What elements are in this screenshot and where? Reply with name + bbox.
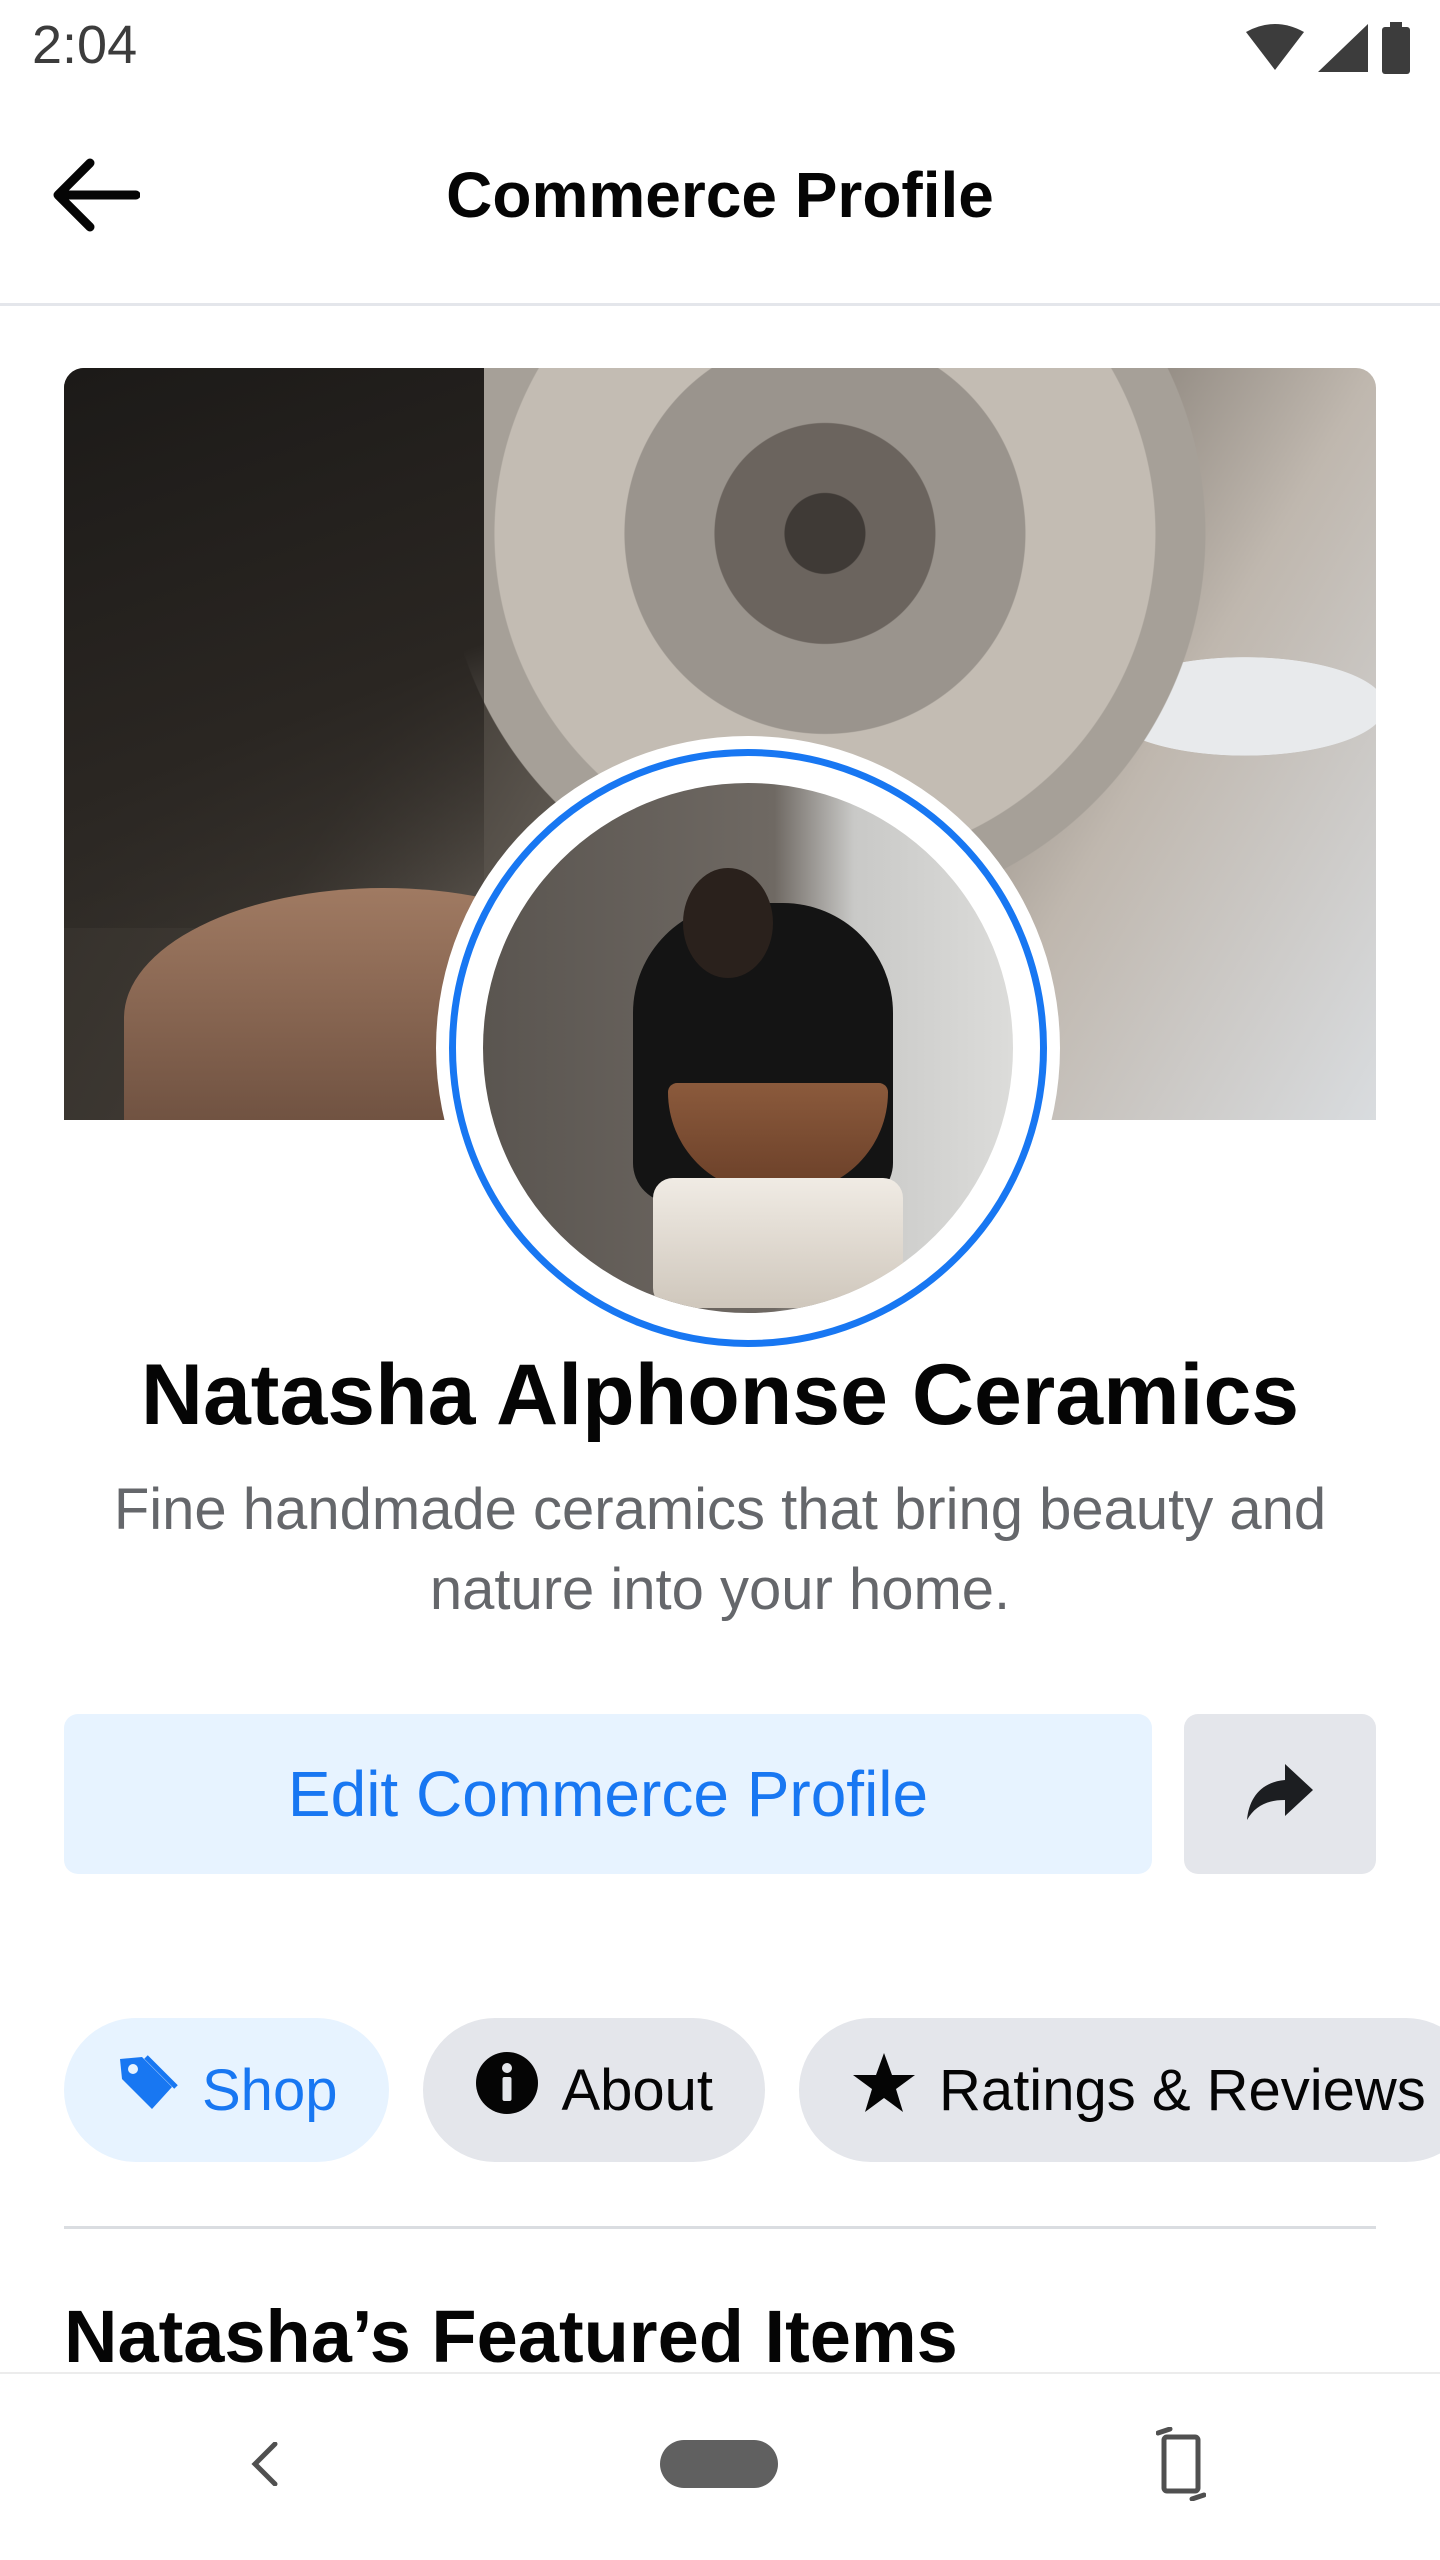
chevron-left-icon [249,2441,279,2491]
nav-back-button[interactable] [224,2416,304,2516]
system-nav-bar [0,2372,1440,2560]
profile-description: Fine handmade ceramics that bring beauty… [113,1477,1327,1622]
share-arrow-icon [1247,1763,1313,1825]
avatar [483,783,1013,1313]
featured-items-title: Natasha’s Featured Items [64,2295,958,2378]
battery-icon [1382,22,1410,79]
edit-commerce-profile-button[interactable]: Edit Commerce Profile [64,1714,1152,1874]
profile-picture-ring [449,749,1047,1347]
share-button[interactable] [1184,1714,1376,1874]
nav-home-button[interactable] [660,2440,778,2488]
tab-shop[interactable]: Shop [64,2018,390,2162]
profile-picture[interactable] [436,736,1060,1360]
rotate-button[interactable] [1136,2416,1226,2516]
tag-icon [116,2053,180,2127]
wifi-icon [1246,24,1304,77]
profile-name: Natasha Alphonse Ceramics [140,1347,1300,1443]
tab-label: Shop [202,2057,338,2123]
status-icons [1246,22,1410,79]
tab-ratings-reviews[interactable]: Ratings & Reviews [799,2018,1440,2162]
rotate-icon [1155,2426,1207,2506]
signal-icon [1318,24,1368,77]
page-title: Commerce Profile [446,159,994,231]
star-icon [851,2051,917,2129]
info-icon [475,2051,539,2129]
tab-about[interactable]: About [423,2018,766,2162]
divider [64,2226,1376,2229]
status-bar: 2:04 [0,0,1440,92]
tab-label: Ratings & Reviews [939,2057,1426,2123]
app-bar: Commerce Profile [0,92,1440,306]
status-time: 2:04 [32,15,138,75]
tab-label: About [561,2057,714,2123]
profile-tabs: Shop About Ratings & Reviews [64,2018,1440,2162]
cover-photo-shadow [64,368,484,928]
